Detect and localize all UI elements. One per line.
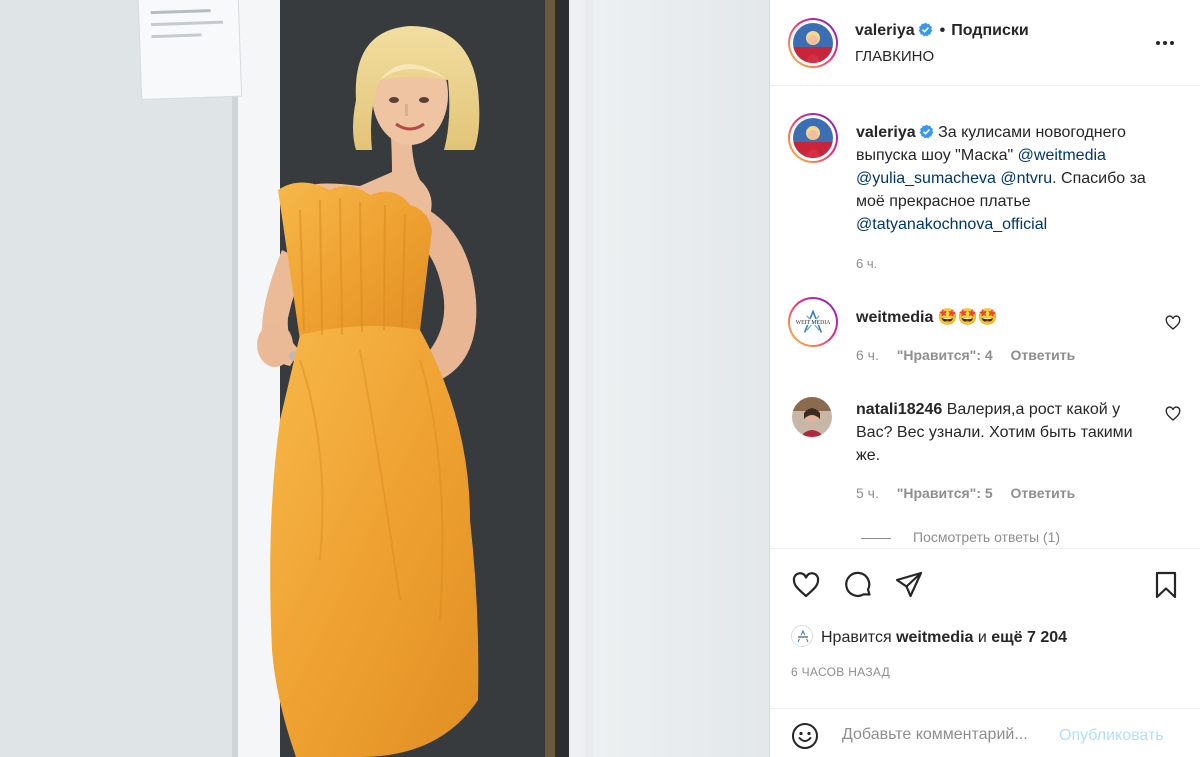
likes-mid: и [977, 629, 987, 646]
post-photo[interactable] [0, 0, 769, 757]
heart-icon[interactable] [791, 570, 821, 600]
author-username[interactable]: valeriya [855, 22, 915, 39]
comment-likes[interactable]: "Нравится": 4 [897, 347, 993, 363]
comment-time[interactable]: 5 ч. [856, 485, 879, 501]
comment-body: weitmedia 🤩🤩🤩 [856, 306, 1156, 329]
comment-time[interactable]: 6 ч. [856, 347, 879, 363]
header-line: valeriya • Подписки [855, 22, 1029, 40]
comment-body: natali18246 Валерия,а рост какой у Вас? … [856, 398, 1156, 467]
comment-avatar[interactable]: WEIT MEDIA [788, 297, 838, 347]
following-button[interactable]: Подписки [951, 22, 1028, 39]
svg-text:WEIT MEDIA: WEIT MEDIA [796, 320, 831, 326]
author-avatar[interactable] [788, 18, 838, 68]
posted-time[interactable]: 6 ЧАСОВ НАЗАД [791, 665, 890, 679]
comment-like-heart-icon[interactable] [1165, 315, 1181, 331]
mention-link[interactable]: @ntvru [1000, 170, 1052, 187]
view-replies-label: Посмотреть ответы (1) [913, 529, 1061, 545]
comment-icon[interactable] [843, 570, 873, 600]
author-avatar-image [793, 23, 833, 63]
more-horizontal-icon[interactable] [1153, 33, 1177, 53]
liker-avatar[interactable] [791, 625, 813, 647]
caption-username[interactable]: valeriya [856, 124, 916, 141]
weitmedia-logo-image: WEIT MEDIA [792, 301, 834, 343]
add-comment-bar: Опубликовать [770, 708, 1200, 757]
comments-list[interactable]: valeriya За кулисами новогоднего выпуска… [770, 86, 1200, 548]
natali-avatar-image [792, 397, 832, 437]
comment-text: 🤩🤩🤩 [937, 309, 998, 326]
post-header: valeriya • Подписки ГЛАВКИНО [770, 0, 1200, 86]
caption-time[interactable]: 6 ч. [856, 252, 1176, 275]
post-details-panel: valeriya • Подписки ГЛАВКИНО valeriya За… [769, 0, 1200, 757]
paper-plane-icon[interactable] [894, 570, 924, 600]
post-actions: Нравится weitmedia и ещё 7 204 6 ЧАСОВ Н… [770, 548, 1200, 708]
comment-meta: 6 ч. "Нравится": 4 Ответить [856, 347, 1089, 363]
reply-button[interactable]: Ответить [1011, 347, 1076, 363]
separator-dot: • [939, 22, 946, 39]
verified-badge-icon [918, 22, 933, 37]
verified-badge-icon [919, 124, 934, 139]
replies-dash [861, 537, 891, 539]
comment-likes[interactable]: "Нравится": 5 [897, 485, 993, 501]
comment-like-heart-icon[interactable] [1165, 406, 1181, 422]
caption-avatar-image [793, 118, 833, 158]
comment-input[interactable] [842, 721, 1057, 749]
comment-username[interactable]: natali18246 [856, 401, 942, 418]
comment-meta: 5 ч. "Нравится": 5 Ответить [856, 485, 1089, 501]
mention-link[interactable]: @tatyanakochnova_official [856, 216, 1047, 233]
likes-count-button[interactable]: ещё 7 204 [991, 629, 1067, 646]
smiley-icon[interactable] [791, 722, 819, 750]
mention-link[interactable]: @yulia_sumacheva [856, 170, 996, 187]
comment-username[interactable]: weitmedia [856, 309, 933, 326]
liker-username[interactable]: weitmedia [896, 629, 973, 646]
likes-prefix: Нравится [821, 629, 892, 646]
likes-summary: Нравится weitmedia и ещё 7 204 [791, 625, 1067, 647]
caption-avatar[interactable] [788, 113, 838, 163]
reply-button[interactable]: Ответить [1011, 485, 1076, 501]
post-caption: valeriya За кулисами новогоднего выпуска… [856, 121, 1176, 275]
mention-link[interactable]: @weitmedia [1018, 147, 1106, 164]
publish-button[interactable]: Опубликовать [1059, 727, 1164, 745]
post-image [0, 0, 769, 757]
location-link[interactable]: ГЛАВКИНО [855, 48, 934, 65]
view-replies-button[interactable]: Посмотреть ответы (1) [861, 529, 1060, 545]
bookmark-icon[interactable] [1151, 570, 1181, 600]
comment-avatar[interactable] [792, 397, 832, 437]
